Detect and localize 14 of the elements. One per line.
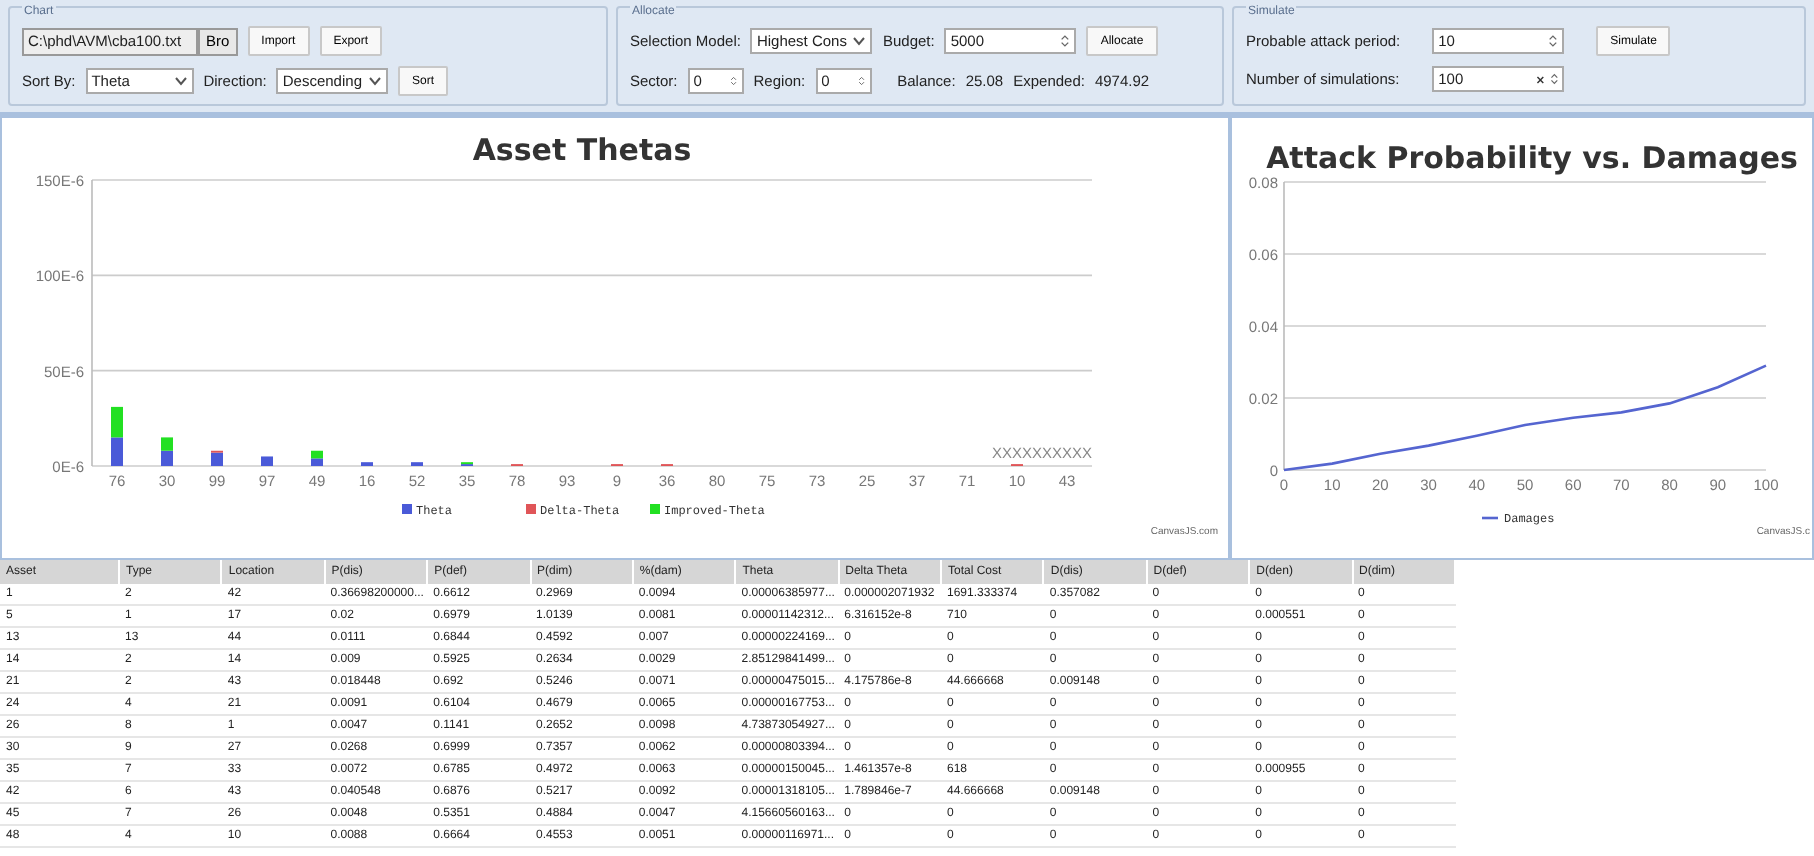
bar — [261, 456, 273, 466]
caret-icon — [173, 76, 188, 86]
spinner-icon — [1060, 32, 1071, 50]
legend-line — [1482, 516, 1498, 520]
caret-icon — [852, 36, 867, 46]
legend-swatch — [402, 504, 412, 514]
chart-title: Asset Thetas — [472, 132, 692, 168]
clear-icon[interactable] — [1536, 73, 1546, 85]
caret-icon — [367, 76, 382, 86]
legend-swatch — [526, 504, 536, 514]
legend-swatch — [650, 504, 660, 514]
spinner-icon — [1548, 32, 1559, 50]
chart-title: Attack Probability vs. Damages — [1266, 140, 1798, 176]
spinner-icon — [1549, 70, 1559, 88]
